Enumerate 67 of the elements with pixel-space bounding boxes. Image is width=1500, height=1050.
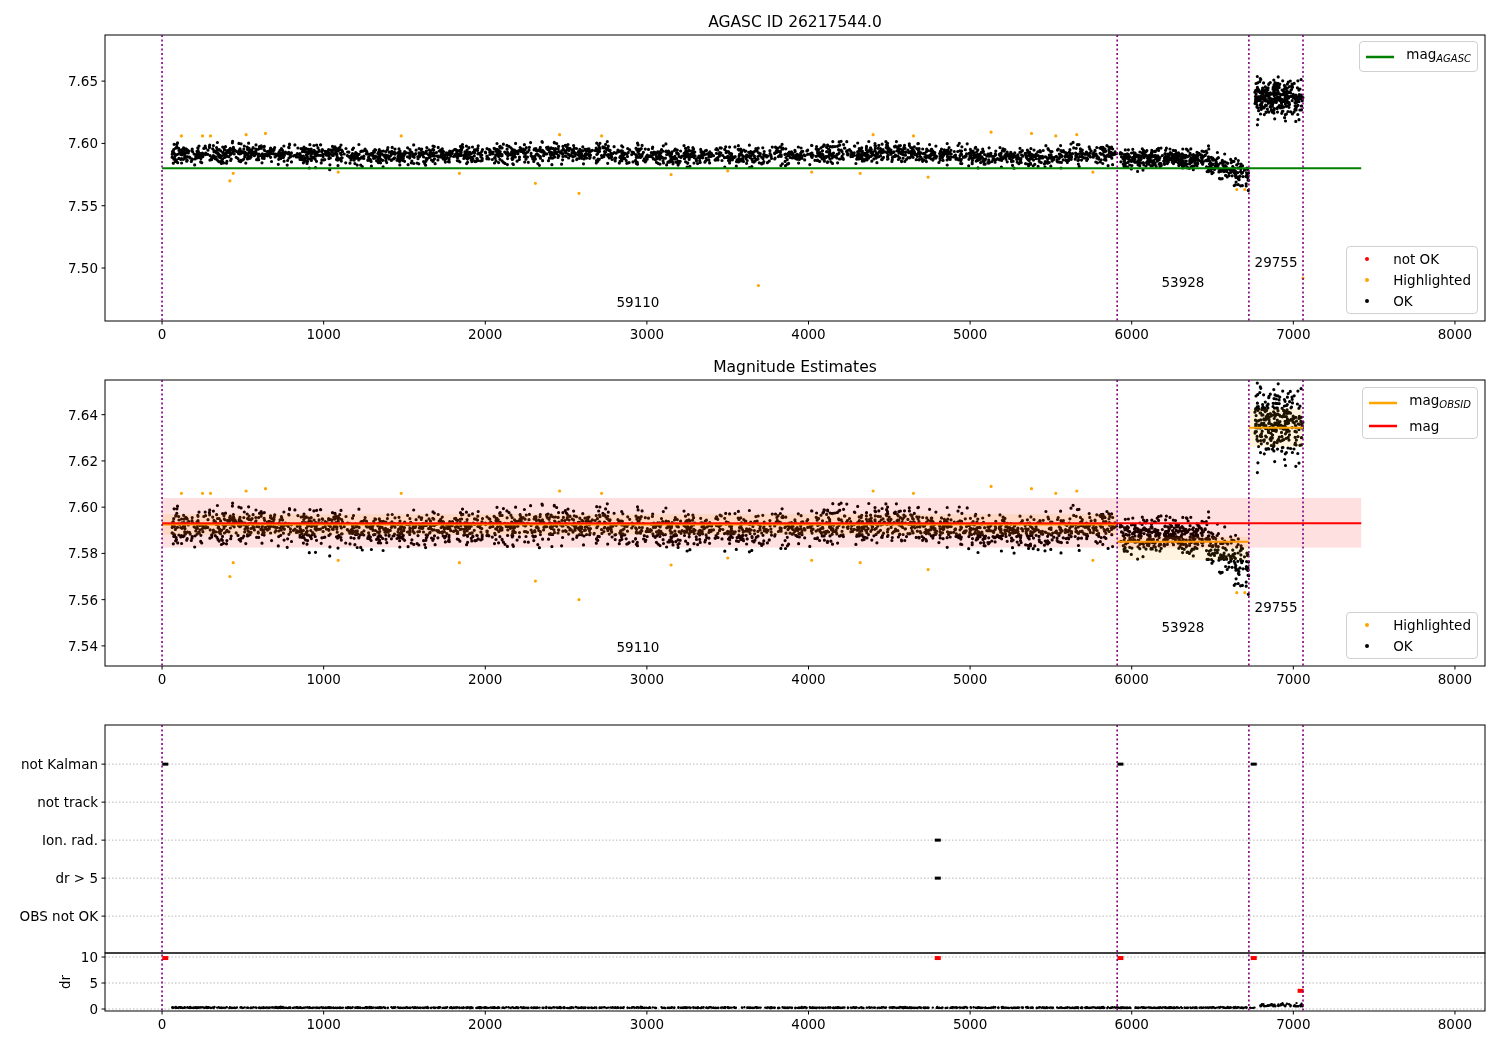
chart-title: Magnitude Estimates <box>713 358 877 376</box>
legend-label: Highlighted <box>1393 616 1471 635</box>
axis-tick-label: 8000 <box>1437 326 1473 342</box>
axis-tick-label: 4000 <box>791 326 826 342</box>
annotation-label: 53928 <box>1161 274 1205 290</box>
axis-tick-label: 7000 <box>1276 1016 1311 1032</box>
axis-tick-label: 5000 <box>952 671 988 687</box>
axis-tick-label: 7.60 <box>67 135 98 152</box>
axis-tick-label: 3000 <box>629 1016 665 1032</box>
axis-tick-label: 7.58 <box>67 545 98 562</box>
dr-marker <box>162 956 169 961</box>
flag-label: not Kalman <box>20 756 98 773</box>
flag-label: Ion. rad. <box>41 832 98 849</box>
axis-tick-label: 8000 <box>1437 671 1473 687</box>
dr-marker <box>1297 988 1304 993</box>
flag-label: not track <box>37 794 98 811</box>
axis-tick-label: 7000 <box>1276 671 1311 687</box>
axis-tick-label: 1000 <box>306 1016 341 1032</box>
axis-tick-label: 0 <box>157 671 167 687</box>
axis-tick-label: 4000 <box>791 671 826 687</box>
annotation-label: 59110 <box>616 638 660 655</box>
axis-tick-label: 7.54 <box>67 637 98 654</box>
axis-tick-label: 7.65 <box>67 73 98 90</box>
axis-tick-label: 1000 <box>306 326 341 342</box>
axis-tick-label: 1000 <box>306 671 341 687</box>
axis-tick-label: 3000 <box>629 326 665 342</box>
chart-title: AGASC ID 26217544.0 <box>708 13 882 31</box>
legend-label: OK <box>1393 292 1413 311</box>
legend-label: not OK <box>1393 250 1440 269</box>
annotation-label: 59110 <box>616 294 660 311</box>
axis-tick-label: 7.50 <box>67 260 98 277</box>
annotation-label: 29755 <box>1254 598 1298 615</box>
axis-tick-label: 0 <box>157 1016 167 1032</box>
axis-tick-label: 5000 <box>952 326 988 342</box>
axis-tick-label: 3000 <box>629 671 665 687</box>
axis-label: dr <box>57 974 73 990</box>
annotation-label: 29755 <box>1254 254 1298 271</box>
axis-tick-label: 5 <box>89 975 98 991</box>
dr-marker <box>1117 956 1124 961</box>
axis-tick-label: 8000 <box>1437 1016 1473 1032</box>
flag-label: dr > 5 <box>55 870 98 887</box>
axis-tick-label: 7.64 <box>67 406 98 423</box>
legend-label: Highlighted <box>1393 271 1471 290</box>
axis-tick-label: 7.55 <box>67 197 98 214</box>
dr-marker <box>934 956 941 961</box>
axis-tick-label: 7.62 <box>67 452 98 469</box>
axis-tick-label: 6000 <box>1114 1016 1149 1032</box>
legend-label: mag <box>1409 417 1440 436</box>
legend-label: mag$_{OBSID}$ <box>1409 391 1471 412</box>
axis-tick-label: 7.56 <box>67 591 98 608</box>
axis-tick-label: 10 <box>80 949 98 965</box>
axis-tick-label: 6000 <box>1114 326 1149 342</box>
axis-tick-label: 2000 <box>468 1016 503 1032</box>
axis-tick-label: 6000 <box>1114 671 1149 687</box>
axis-tick-label: 2000 <box>468 326 503 342</box>
axis-tick-label: 7000 <box>1276 326 1311 342</box>
axis-tick-label: 5000 <box>952 1016 988 1032</box>
axis-tick-label: 0 <box>89 1001 98 1017</box>
axis-tick-label: 2000 <box>468 671 503 687</box>
axis-tick-label: 7.60 <box>67 499 98 516</box>
legend-label: OK <box>1393 637 1413 656</box>
axis-tick-label: 4000 <box>791 1016 826 1032</box>
annotation-label: 53928 <box>1161 618 1205 635</box>
flag-label: OBS not OK <box>19 908 98 925</box>
axis-tick-label: 0 <box>157 326 167 342</box>
legend-label: mag$_{AGASC}$ <box>1406 45 1471 66</box>
dr-marker <box>1250 956 1257 961</box>
